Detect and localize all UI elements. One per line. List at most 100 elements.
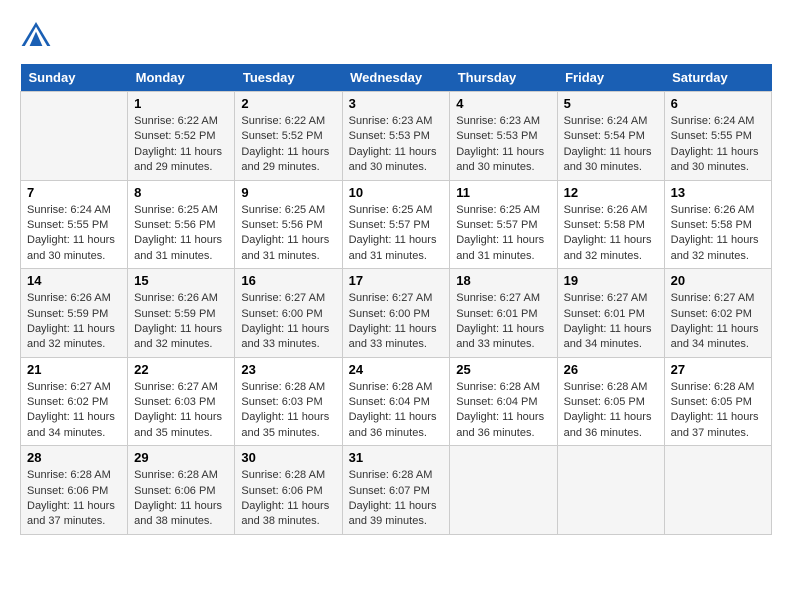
- calendar-cell: [450, 446, 557, 535]
- calendar-cell: 11 Sunrise: 6:25 AMSunset: 5:57 PMDayligh…: [450, 180, 557, 269]
- calendar-header: SundayMondayTuesdayWednesdayThursdayFrid…: [21, 64, 772, 92]
- calendar-cell: 14Sunrise: 6:26 AMSunset: 5:59 PMDayligh…: [21, 269, 128, 358]
- day-number: 8: [134, 185, 228, 200]
- calendar-table: SundayMondayTuesdayWednesdayThursdayFrid…: [20, 64, 772, 535]
- calendar-cell: 1 Sunrise: 6:22 AMSunset: 5:52 PMDaylight…: [128, 92, 235, 181]
- day-number: 31: [349, 450, 444, 465]
- calendar-cell: 8 Sunrise: 6:25 AMSunset: 5:56 PMDaylight…: [128, 180, 235, 269]
- calendar-cell: 22 Sunrise: 6:27 AMSunset: 6:03 PMDayligh…: [128, 357, 235, 446]
- day-number: 13: [671, 185, 765, 200]
- day-number: 22: [134, 362, 228, 377]
- day-number: 2: [241, 96, 335, 111]
- weekday-row: SundayMondayTuesdayWednesdayThursdayFrid…: [21, 64, 772, 92]
- calendar-cell: 3Sunrise: 6:23 AMSunset: 5:53 PMDaylight…: [342, 92, 450, 181]
- calendar-cell: 17 Sunrise: 6:27 AMSunset: 6:00 PMDayligh…: [342, 269, 450, 358]
- calendar-cell: 19 Sunrise: 6:27 AMSunset: 6:01 PMDayligh…: [557, 269, 664, 358]
- calendar-cell: 5 Sunrise: 6:24 AMSunset: 5:54 PMDaylight…: [557, 92, 664, 181]
- calendar-week-0: 1 Sunrise: 6:22 AMSunset: 5:52 PMDaylight…: [21, 92, 772, 181]
- day-number: 15: [134, 273, 228, 288]
- day-info: Sunrise: 6:24 AMSunset: 5:54 PMDaylight:…: [564, 114, 658, 176]
- calendar-cell: 21 Sunrise: 6:27 AMSunset: 6:02 PMDayligh…: [21, 357, 128, 446]
- day-number: 9: [241, 185, 335, 200]
- day-info: Sunrise: 6:26 AMSunset: 5:59 PMDaylight:…: [27, 291, 121, 353]
- day-number: 24: [349, 362, 444, 377]
- day-info: Sunrise: 6:28 AMSunset: 6:06 PMDaylight:…: [241, 468, 335, 530]
- day-info: Sunrise: 6:26 AMSunset: 5:58 PMDaylight:…: [671, 203, 765, 265]
- calendar-cell: 15 Sunrise: 6:26 AMSunset: 5:59 PMDayligh…: [128, 269, 235, 358]
- day-info: Sunrise: 6:22 AMSunset: 5:52 PMDaylight:…: [134, 114, 228, 176]
- day-info: Sunrise: 6:27 AMSunset: 6:00 PMDaylight:…: [241, 291, 335, 353]
- day-number: 25: [456, 362, 550, 377]
- calendar-week-1: 7Sunrise: 6:24 AMSunset: 5:55 PMDaylight…: [21, 180, 772, 269]
- day-info: Sunrise: 6:27 AMSunset: 6:01 PMDaylight:…: [456, 291, 550, 353]
- day-number: 17: [349, 273, 444, 288]
- logo-icon: [20, 20, 52, 48]
- day-info: Sunrise: 6:28 AMSunset: 6:03 PMDaylight:…: [241, 380, 335, 442]
- day-info: Sunrise: 6:27 AMSunset: 6:03 PMDaylight:…: [134, 380, 228, 442]
- calendar-week-4: 28 Sunrise: 6:28 AMSunset: 6:06 PMDayligh…: [21, 446, 772, 535]
- day-info: Sunrise: 6:27 AMSunset: 6:00 PMDaylight:…: [349, 291, 444, 353]
- day-number: 16: [241, 273, 335, 288]
- calendar-cell: 28 Sunrise: 6:28 AMSunset: 6:06 PMDayligh…: [21, 446, 128, 535]
- weekday-header-thursday: Thursday: [450, 64, 557, 92]
- calendar-week-2: 14Sunrise: 6:26 AMSunset: 5:59 PMDayligh…: [21, 269, 772, 358]
- calendar-cell: 26 Sunrise: 6:28 AMSunset: 6:05 PMDayligh…: [557, 357, 664, 446]
- day-info: Sunrise: 6:25 AMSunset: 5:56 PMDaylight:…: [134, 203, 228, 265]
- day-number: 1: [134, 96, 228, 111]
- calendar-cell: 24Sunrise: 6:28 AMSunset: 6:04 PMDayligh…: [342, 357, 450, 446]
- calendar-week-3: 21 Sunrise: 6:27 AMSunset: 6:02 PMDayligh…: [21, 357, 772, 446]
- calendar-cell: 9 Sunrise: 6:25 AMSunset: 5:56 PMDaylight…: [235, 180, 342, 269]
- calendar-cell: [21, 92, 128, 181]
- calendar-cell: 30 Sunrise: 6:28 AMSunset: 6:06 PMDayligh…: [235, 446, 342, 535]
- page-header: [20, 20, 772, 48]
- day-info: Sunrise: 6:25 AMSunset: 5:57 PMDaylight:…: [456, 203, 550, 265]
- day-number: 5: [564, 96, 658, 111]
- day-info: Sunrise: 6:27 AMSunset: 6:02 PMDaylight:…: [671, 291, 765, 353]
- weekday-header-monday: Monday: [128, 64, 235, 92]
- day-number: 28: [27, 450, 121, 465]
- weekday-header-wednesday: Wednesday: [342, 64, 450, 92]
- calendar-cell: 13 Sunrise: 6:26 AMSunset: 5:58 PMDayligh…: [664, 180, 771, 269]
- calendar-cell: 16 Sunrise: 6:27 AMSunset: 6:00 PMDayligh…: [235, 269, 342, 358]
- day-info: Sunrise: 6:27 AMSunset: 6:02 PMDaylight:…: [27, 380, 121, 442]
- day-info: Sunrise: 6:28 AMSunset: 6:05 PMDaylight:…: [671, 380, 765, 442]
- logo: [20, 20, 56, 48]
- day-info: Sunrise: 6:28 AMSunset: 6:06 PMDaylight:…: [134, 468, 228, 530]
- calendar-cell: 12Sunrise: 6:26 AMSunset: 5:58 PMDayligh…: [557, 180, 664, 269]
- day-number: 20: [671, 273, 765, 288]
- day-number: 19: [564, 273, 658, 288]
- weekday-header-friday: Friday: [557, 64, 664, 92]
- day-info: Sunrise: 6:28 AMSunset: 6:06 PMDaylight:…: [27, 468, 121, 530]
- day-info: Sunrise: 6:26 AMSunset: 5:59 PMDaylight:…: [134, 291, 228, 353]
- day-number: 30: [241, 450, 335, 465]
- calendar-cell: 31 Sunrise: 6:28 AMSunset: 6:07 PMDayligh…: [342, 446, 450, 535]
- day-info: Sunrise: 6:25 AMSunset: 5:57 PMDaylight:…: [349, 203, 444, 265]
- day-number: 26: [564, 362, 658, 377]
- calendar-cell: [664, 446, 771, 535]
- calendar-cell: 4 Sunrise: 6:23 AMSunset: 5:53 PMDaylight…: [450, 92, 557, 181]
- calendar-cell: 20 Sunrise: 6:27 AMSunset: 6:02 PMDayligh…: [664, 269, 771, 358]
- weekday-header-saturday: Saturday: [664, 64, 771, 92]
- day-number: 4: [456, 96, 550, 111]
- day-info: Sunrise: 6:26 AMSunset: 5:58 PMDaylight:…: [564, 203, 658, 265]
- day-info: Sunrise: 6:28 AMSunset: 6:05 PMDaylight:…: [564, 380, 658, 442]
- day-number: 23: [241, 362, 335, 377]
- day-number: 3: [349, 96, 444, 111]
- weekday-header-tuesday: Tuesday: [235, 64, 342, 92]
- day-number: 11: [456, 185, 550, 200]
- calendar-cell: 7Sunrise: 6:24 AMSunset: 5:55 PMDaylight…: [21, 180, 128, 269]
- day-info: Sunrise: 6:23 AMSunset: 5:53 PMDaylight:…: [456, 114, 550, 176]
- calendar-cell: 29Sunrise: 6:28 AMSunset: 6:06 PMDayligh…: [128, 446, 235, 535]
- calendar-body: 1 Sunrise: 6:22 AMSunset: 5:52 PMDaylight…: [21, 92, 772, 535]
- day-info: Sunrise: 6:28 AMSunset: 6:07 PMDaylight:…: [349, 468, 444, 530]
- calendar-cell: 6Sunrise: 6:24 AMSunset: 5:55 PMDaylight…: [664, 92, 771, 181]
- calendar-cell: 10Sunrise: 6:25 AMSunset: 5:57 PMDayligh…: [342, 180, 450, 269]
- calendar-cell: 27 Sunrise: 6:28 AMSunset: 6:05 PMDayligh…: [664, 357, 771, 446]
- day-number: 7: [27, 185, 121, 200]
- calendar-cell: 25Sunrise: 6:28 AMSunset: 6:04 PMDayligh…: [450, 357, 557, 446]
- day-info: Sunrise: 6:25 AMSunset: 5:56 PMDaylight:…: [241, 203, 335, 265]
- day-number: 21: [27, 362, 121, 377]
- day-info: Sunrise: 6:27 AMSunset: 6:01 PMDaylight:…: [564, 291, 658, 353]
- day-number: 27: [671, 362, 765, 377]
- day-number: 18: [456, 273, 550, 288]
